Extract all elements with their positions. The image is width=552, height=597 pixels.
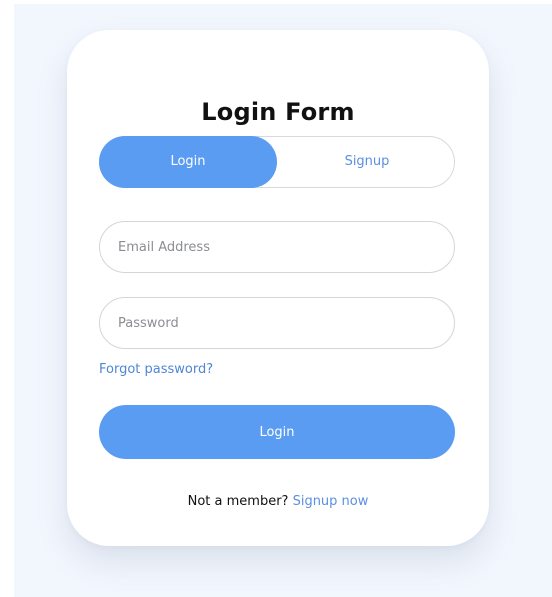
forgot-password-link[interactable]: Forgot password? (99, 362, 213, 377)
signup-prompt: Not a member? Signup now (67, 494, 489, 509)
email-field[interactable] (99, 221, 455, 273)
login-signup-toggle: Login Signup (99, 136, 455, 188)
signup-now-link[interactable]: Signup now (293, 494, 369, 509)
tab-login[interactable]: Login (99, 136, 277, 188)
tab-signup[interactable]: Signup (278, 136, 456, 188)
page: Login Form Login Signup Forgot password?… (0, 0, 552, 597)
login-card: Login Form Login Signup Forgot password?… (67, 30, 489, 546)
password-field[interactable] (99, 297, 455, 349)
form-title: Login Form (201, 98, 355, 126)
login-button[interactable]: Login (99, 405, 455, 459)
signup-prompt-text: Not a member? (187, 494, 289, 509)
